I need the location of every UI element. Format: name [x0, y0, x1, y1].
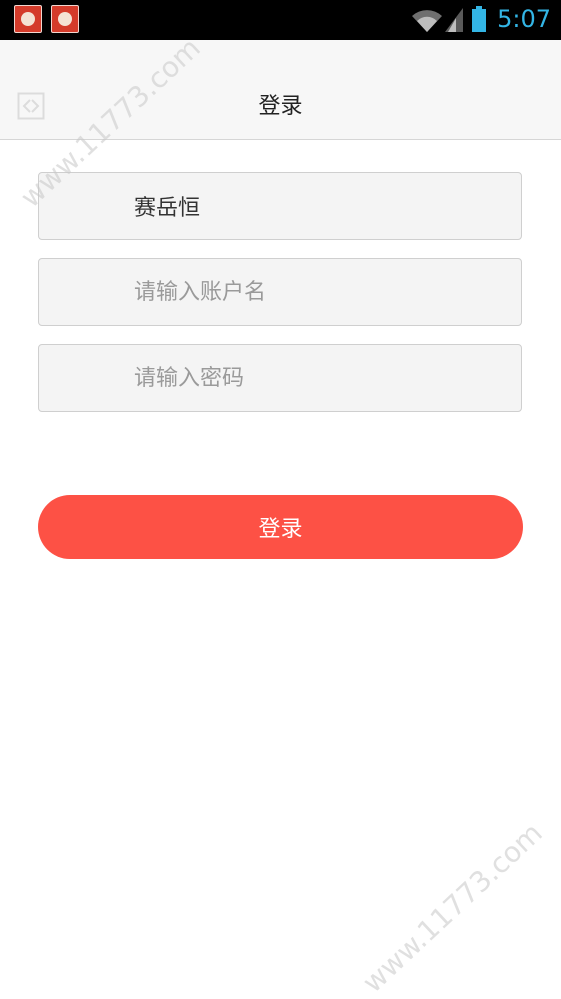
status-clock: 5:07 [497, 5, 551, 33]
school-input[interactable] [134, 173, 504, 239]
app-notification-icon [51, 5, 79, 33]
username-input[interactable] [134, 259, 504, 325]
signal-icon [445, 8, 463, 32]
app-notification-icon [14, 5, 42, 33]
page-title: 登录 [258, 94, 303, 119]
username-field[interactable] [38, 258, 522, 326]
watermark: www.11773.com [356, 816, 549, 999]
battery-icon [472, 6, 486, 32]
login-button[interactable]: 登录 [38, 495, 523, 559]
status-bar: 5:07 [0, 0, 561, 40]
school-field[interactable] [38, 172, 522, 240]
wifi-icon [412, 10, 442, 32]
password-input[interactable] [134, 345, 504, 411]
password-field[interactable] [38, 344, 522, 412]
